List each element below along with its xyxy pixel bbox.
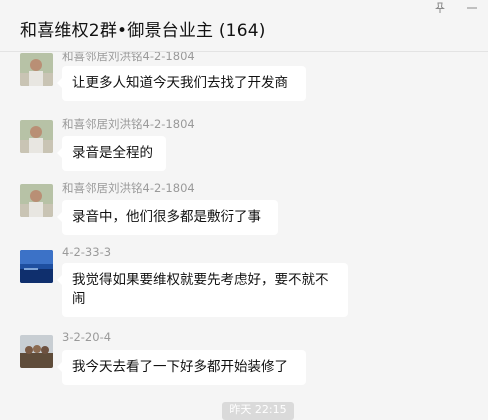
message-bubble[interactable]: 我今天去看了一下好多都开始装修了	[57, 350, 306, 385]
avatar[interactable]	[20, 184, 53, 217]
message-bubble[interactable]: 我觉得如果要维权就要先考虑好，要不就不闹	[57, 263, 348, 317]
sender-name: 3-2-20-4	[62, 330, 112, 344]
chat-title: 和喜维权2群•御景台业主 (164)	[20, 21, 266, 41]
minimize-icon[interactable]	[466, 2, 478, 14]
sender-name: 和喜邻居刘洪铭4-2-1804	[62, 52, 195, 63]
pin-icon[interactable]	[434, 2, 446, 14]
window-controls	[434, 2, 478, 14]
chat-header: 和喜维权2群•御景台业主 (164)	[0, 0, 488, 52]
sender-name: 和喜邻居刘洪铭4-2-1804	[62, 117, 195, 131]
time-divider: 昨天 22:15	[222, 402, 294, 420]
avatar[interactable]	[20, 335, 53, 368]
sender-name: 4-2-33-3	[62, 245, 112, 259]
message-bubble[interactable]: 让更多人知道今天我们去找了开发商	[57, 66, 306, 101]
avatar[interactable]	[20, 53, 53, 86]
message-bubble[interactable]: 录音是全程的	[57, 136, 166, 171]
message-list[interactable]: 和喜邻居刘洪铭4-2-1804 让更多人知道今天我们去找了开发商 和喜邻居刘洪铭…	[0, 52, 488, 414]
message-bubble[interactable]: 录音中，他们很多都是敷衍了事	[57, 200, 278, 235]
avatar[interactable]	[20, 120, 53, 153]
sender-name: 和喜邻居刘洪铭4-2-1804	[62, 181, 195, 195]
avatar[interactable]	[20, 250, 53, 283]
